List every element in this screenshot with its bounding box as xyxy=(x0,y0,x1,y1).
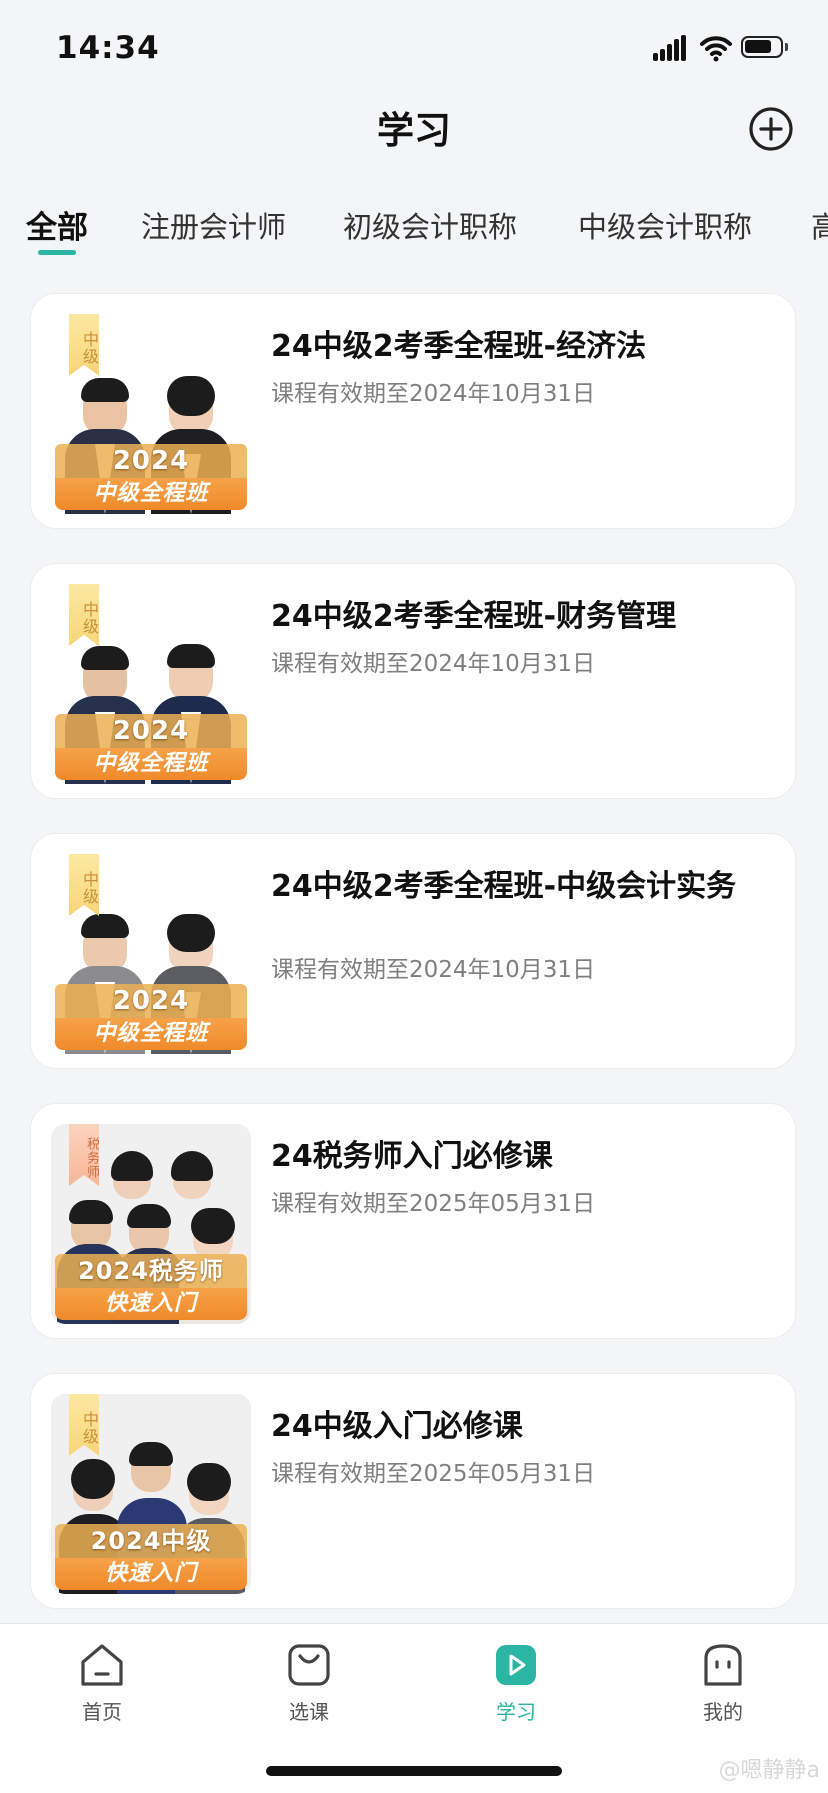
watermark: @嗯静静a xyxy=(718,1758,820,1783)
nav-home[interactable]: 首页 xyxy=(42,1640,162,1725)
course-title: 24中级2考季全程班-经济法 xyxy=(271,329,647,364)
nav-profile-label: 我的 xyxy=(703,1700,743,1724)
home-icon xyxy=(81,1644,123,1686)
nav-study-label: 学习 xyxy=(496,1700,536,1724)
cellular-signal-icon xyxy=(653,35,687,61)
tab-all[interactable]: 全部 xyxy=(26,202,88,247)
nav-courses-label: 选课 xyxy=(289,1700,329,1724)
thumb-banner-subtitle: 快速入门 xyxy=(55,1288,247,1320)
nav-home-label: 首页 xyxy=(82,1700,122,1724)
thumb-banner-title: 2024中级 xyxy=(55,1524,247,1558)
course-expiry: 课程有效期至2025年05月31日 xyxy=(271,1191,596,1217)
shopping-bag-icon xyxy=(288,1644,330,1686)
course-thumbnail: 中级 2024 中级全程班 xyxy=(51,854,251,1054)
tab-cpa[interactable]: 注册会计师 xyxy=(141,204,286,246)
home-indicator[interactable] xyxy=(266,1766,562,1776)
thumb-banner-subtitle: 快速入门 xyxy=(55,1558,247,1590)
tab-senior-accounting[interactable]: 高 xyxy=(811,204,828,246)
nav-courses[interactable]: 选课 xyxy=(249,1640,369,1725)
course-card[interactable]: 中级 2024中级 快速入门 24中级入门必修课 课程有效期至2025年05月3… xyxy=(30,1373,796,1609)
thumb-banner-title: 2024税务师 xyxy=(55,1254,247,1288)
thumb-banner-class: 中级全程班 xyxy=(55,748,247,780)
course-expiry: 课程有效期至2024年10月31日 xyxy=(271,957,596,983)
thumb-banner-year: 2024 xyxy=(55,984,247,1018)
course-thumbnail: 中级 2024中级 快速入门 xyxy=(51,1394,251,1594)
thumb-banner-class: 中级全程班 xyxy=(55,1018,247,1050)
nav-study[interactable]: 学习 xyxy=(456,1640,576,1725)
thumb-banner-year: 2024 xyxy=(55,444,247,478)
play-icon xyxy=(496,1645,536,1685)
nav-profile[interactable]: 我的 xyxy=(663,1640,783,1725)
active-tab-indicator xyxy=(38,250,76,255)
bottom-navigation: 首页 选课 学习 我的 @嗯静静a xyxy=(0,1623,828,1793)
status-bar: 14:34 xyxy=(0,0,828,96)
status-time: 14:34 xyxy=(56,30,160,66)
course-expiry: 课程有效期至2025年05月31日 xyxy=(271,1461,596,1487)
course-title: 24税务师入门必修课 xyxy=(271,1139,553,1174)
profile-face-icon xyxy=(704,1644,742,1686)
course-card[interactable]: 中级 2024 中级全程班 24中级2考季全程班-财务管理 课程有效期至2024… xyxy=(30,563,796,799)
course-card[interactable]: 中级 2024 中级全程班 24中级2考季全程班-经济法 课程有效期至2024年… xyxy=(30,293,796,529)
course-card[interactable]: 中级 2024 中级全程班 24中级2考季全程班-中级会计实务 课程有效期至20… xyxy=(30,833,796,1069)
course-card[interactable]: 税务师 2024税务师 快速入门 24税务师入门必修课 课程有效期至2025年0… xyxy=(30,1103,796,1339)
tab-intermediate-accounting[interactable]: 中级会计职称 xyxy=(578,204,752,246)
thumb-banner-year: 2024 xyxy=(55,714,247,748)
course-thumbnail: 税务师 2024税务师 快速入门 xyxy=(51,1124,251,1324)
thumb-banner-class: 中级全程班 xyxy=(55,478,247,510)
course-title: 24中级2考季全程班-财务管理 xyxy=(271,599,677,634)
course-expiry: 课程有效期至2024年10月31日 xyxy=(271,381,596,407)
tab-junior-accounting[interactable]: 初级会计职称 xyxy=(343,204,517,246)
course-expiry: 课程有效期至2024年10月31日 xyxy=(271,651,596,677)
course-thumbnail: 中级 2024 中级全程班 xyxy=(51,584,251,784)
course-title: 24中级入门必修课 xyxy=(271,1409,523,1444)
course-thumbnail: 中级 2024 中级全程班 xyxy=(51,314,251,514)
course-title: 24中级2考季全程班-中级会计实务 xyxy=(271,869,737,904)
page-title: 学习 xyxy=(377,109,451,152)
category-tabs: 全部 注册会计师 初级会计职称 中级会计职称 高 xyxy=(0,200,828,260)
plus-circle-icon[interactable] xyxy=(748,106,794,152)
battery-icon xyxy=(741,36,788,58)
wifi-icon xyxy=(700,36,732,62)
